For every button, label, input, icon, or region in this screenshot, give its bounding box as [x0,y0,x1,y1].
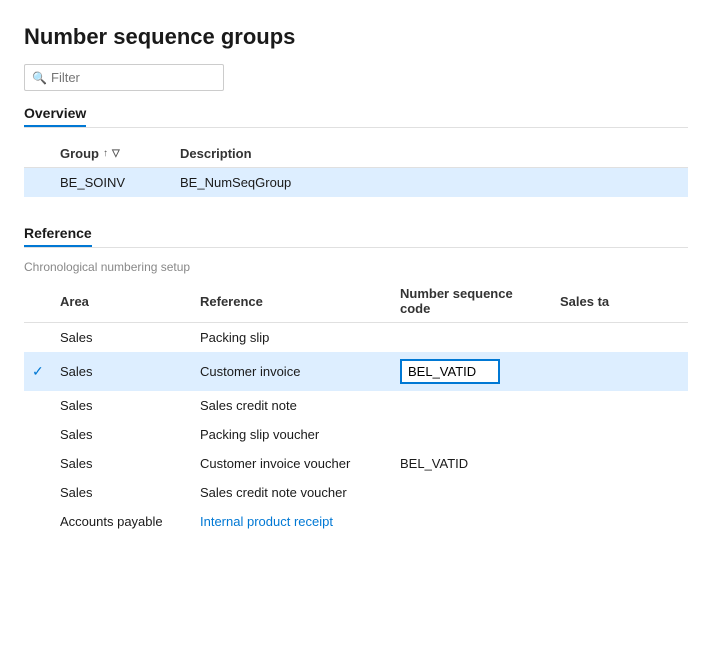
filter-input[interactable] [24,64,224,91]
reference-table: Area Reference Number sequence code Sale… [24,280,688,536]
page-container: Number sequence groups 🔍 Overview Group … [0,0,712,660]
ref-col-check [24,280,52,323]
reference-row[interactable]: ✓ SalesCustomer invoice [24,352,688,391]
reference-row-reference: Customer invoice [192,352,392,391]
reference-row-numseq [392,420,552,449]
reference-row-area: Sales [52,391,192,420]
reference-row-reference: Customer invoice voucher [192,449,392,478]
overview-col-check [24,140,52,168]
reference-row[interactable]: Accounts payable Internal product receipt [24,507,688,536]
reference-row-reference: Sales credit note voucher [192,478,392,507]
reference-row-check: ✓ [24,352,52,391]
reference-row-salesta [552,478,688,507]
reference-row-salesta [552,323,688,353]
reference-row-check [24,323,52,353]
reference-row-numseq [392,391,552,420]
overview-header-row: Group ↑ ▽ Description [24,140,688,168]
sort-icon: ↑ [103,148,108,159]
check-mark-icon: ✓ [32,363,44,379]
ref-col-numseq: Number sequence code [392,280,552,323]
overview-row[interactable]: BE_SOINVBE_NumSeqGroup [24,168,688,198]
numseq-input[interactable] [400,359,500,384]
reference-row-area: Sales [52,323,192,353]
reference-row-check [24,420,52,449]
reference-row-area: Sales [52,449,192,478]
filter-icon: ▽ [112,148,120,159]
overview-row-check [24,168,52,198]
reference-section: Reference Chronological numbering setup … [24,225,688,536]
reference-row-numseq[interactable] [392,352,552,391]
reference-row-salesta [552,352,688,391]
reference-row-reference: Packing slip [192,323,392,353]
filter-wrapper: 🔍 [24,64,224,91]
ref-col-area: Area [52,280,192,323]
reference-row[interactable]: SalesSales credit note [24,391,688,420]
overview-row-group: BE_SOINV [52,168,172,198]
reference-row[interactable]: SalesCustomer invoice voucherBEL_VATID [24,449,688,478]
reference-row-check [24,449,52,478]
chronological-label: Chronological numbering setup [24,260,688,274]
reference-row-check [24,478,52,507]
reference-row-area: Sales [52,352,192,391]
reference-tab[interactable]: Reference [24,225,92,247]
overview-col-description: Description [172,140,688,168]
reference-row-numseq: BEL_VATID [392,449,552,478]
reference-row-numseq [392,507,552,536]
overview-row-description: BE_NumSeqGroup [172,168,688,198]
reference-header-row: Area Reference Number sequence code Sale… [24,280,688,323]
reference-row-numseq [392,323,552,353]
reference-row-numseq [392,478,552,507]
ref-col-salesta: Sales ta [552,280,688,323]
reference-row-reference: Internal product receipt [192,507,392,536]
search-icon: 🔍 [32,71,47,85]
reference-row-reference: Packing slip voucher [192,420,392,449]
overview-col-group: Group ↑ ▽ [52,140,172,168]
overview-tab[interactable]: Overview [24,105,86,127]
reference-row[interactable]: SalesPacking slip [24,323,688,353]
reference-row-reference: Sales credit note [192,391,392,420]
page-title: Number sequence groups [24,24,688,50]
reference-row[interactable]: SalesSales credit note voucher [24,478,688,507]
reference-row-area: Sales [52,420,192,449]
reference-row-salesta [552,420,688,449]
overview-section: Overview Group ↑ ▽ Description [24,105,688,197]
reference-row-area: Sales [52,478,192,507]
reference-row-check [24,391,52,420]
overview-table: Group ↑ ▽ Description BE_SOINVBE_NumSeqG… [24,140,688,197]
reference-row-salesta [552,449,688,478]
reference-row[interactable]: SalesPacking slip voucher [24,420,688,449]
reference-row-salesta [552,507,688,536]
reference-row-link[interactable]: Internal product receipt [200,514,333,529]
reference-row-salesta [552,391,688,420]
reference-row-check [24,507,52,536]
ref-col-reference: Reference [192,280,392,323]
reference-row-area: Accounts payable [52,507,192,536]
